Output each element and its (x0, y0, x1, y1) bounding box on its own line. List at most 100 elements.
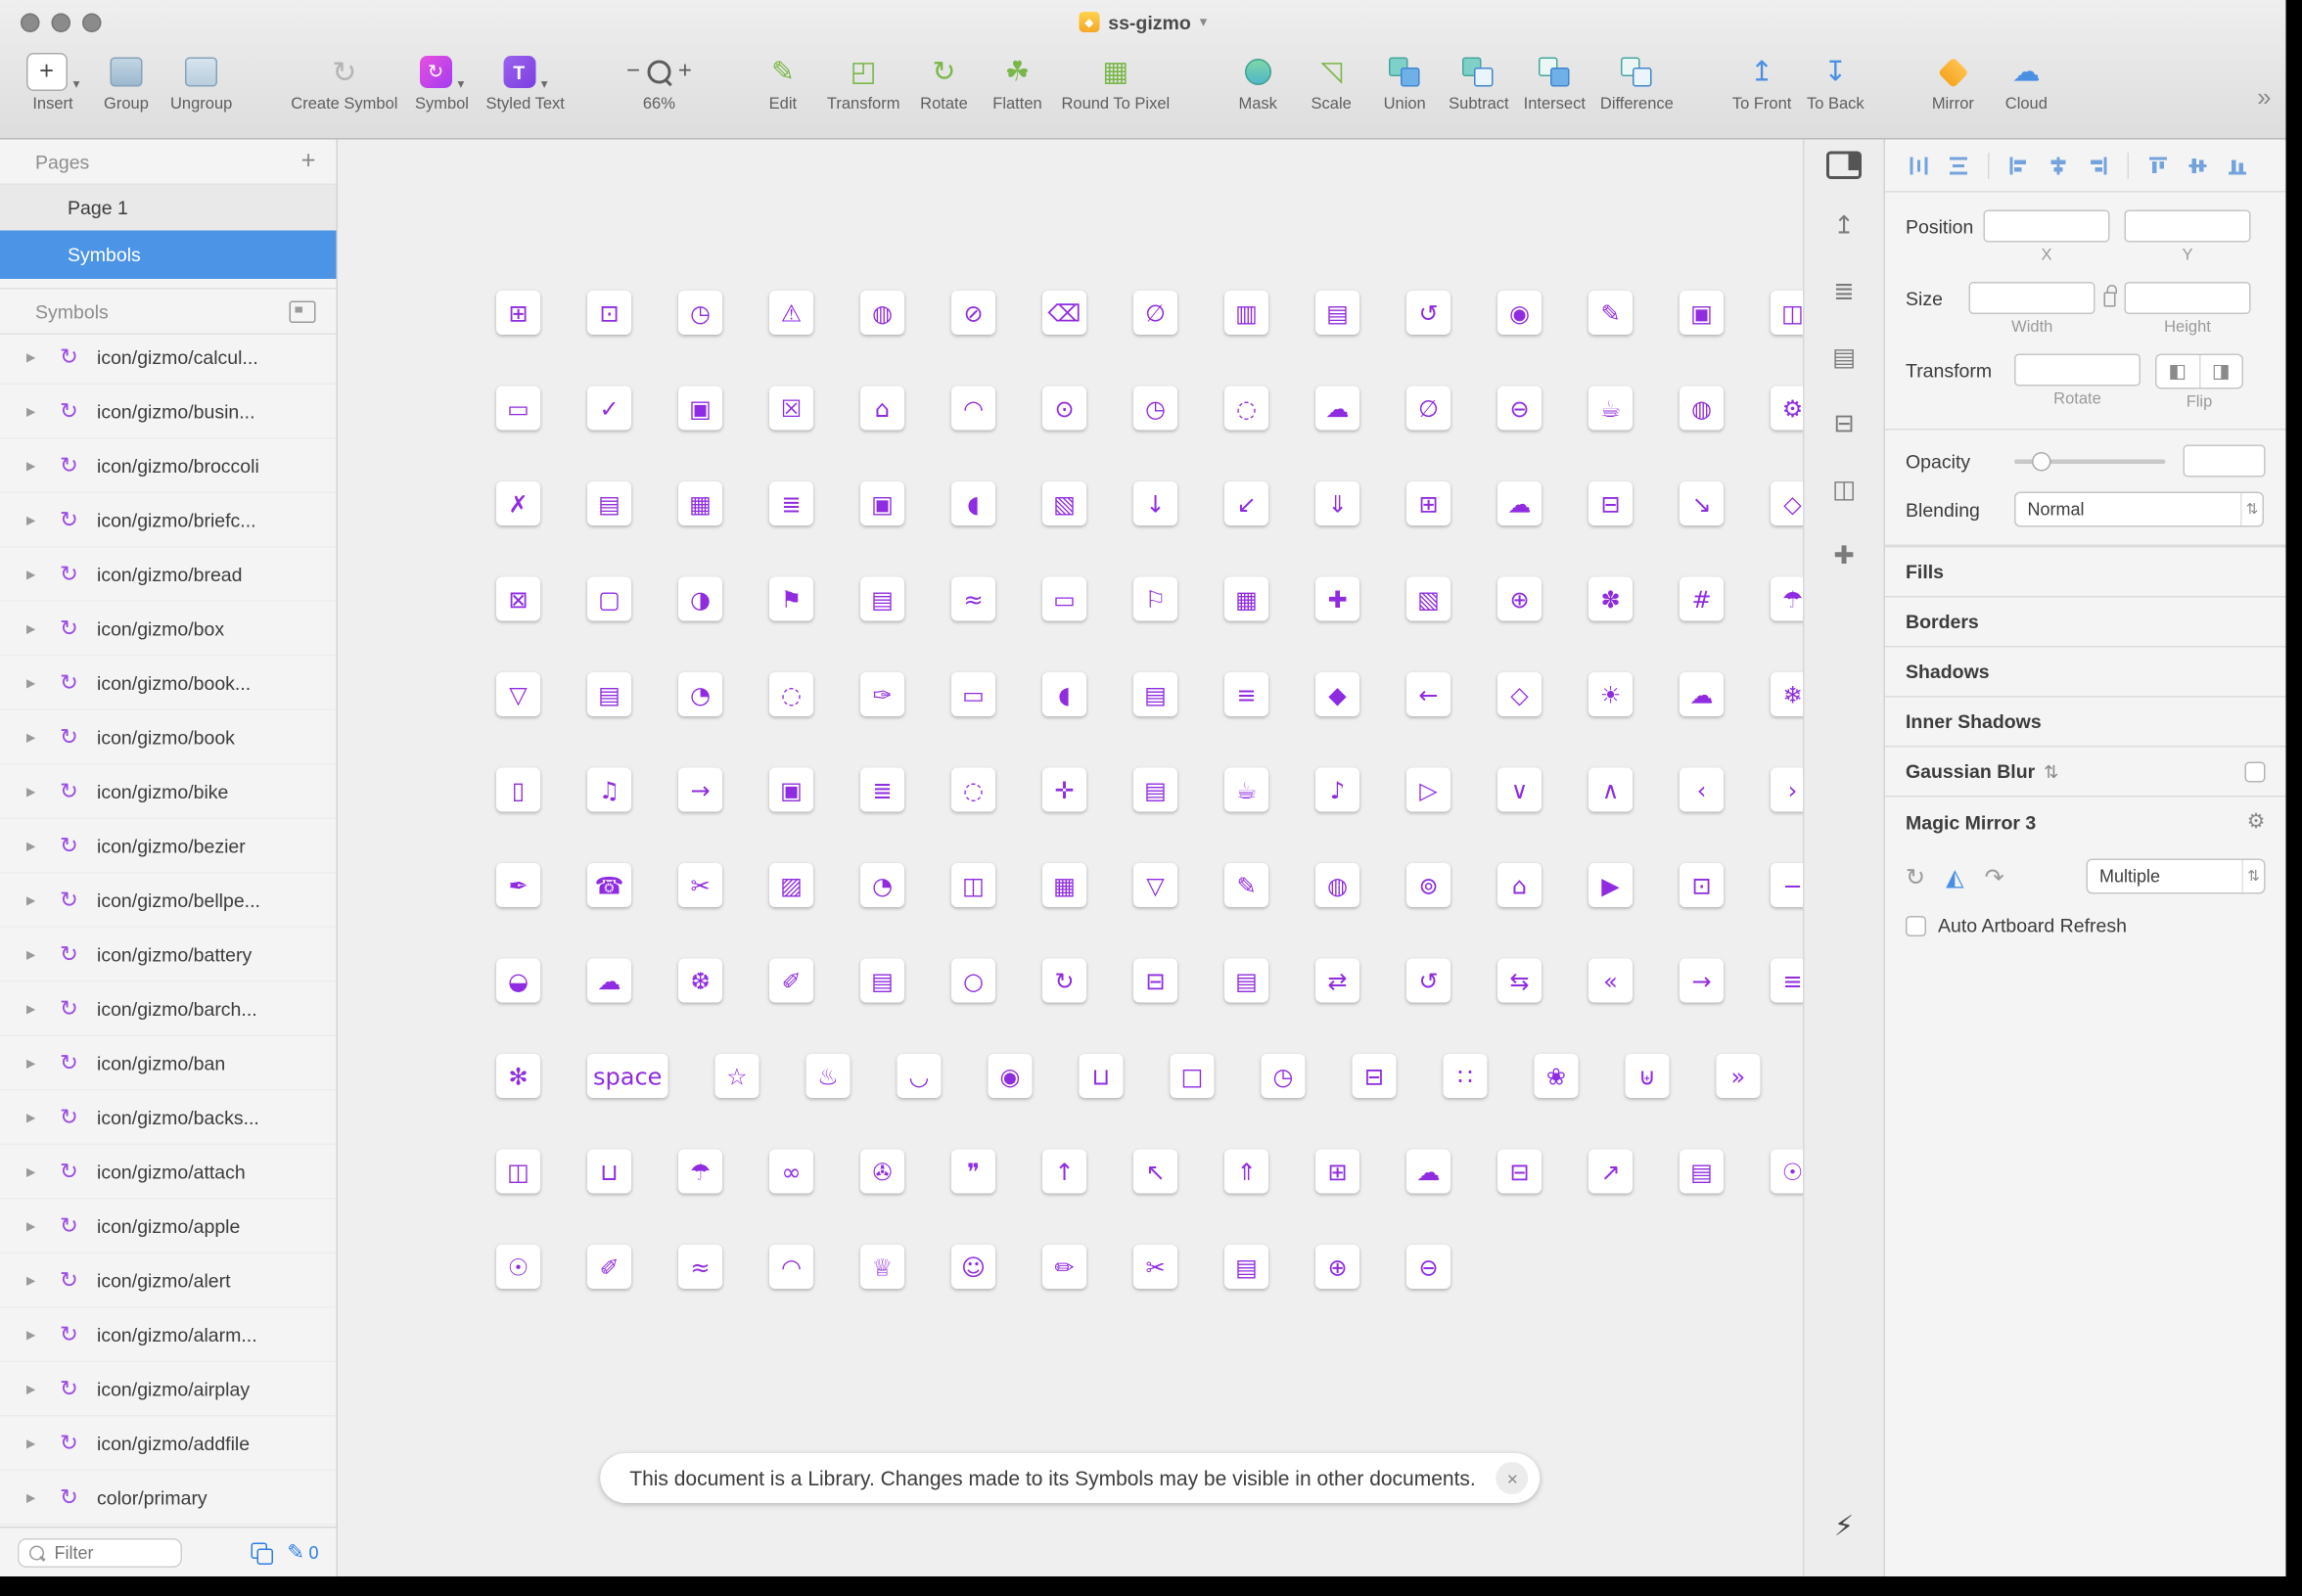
print-icon[interactable]: ≣ (1833, 278, 1854, 307)
page-item-symbols[interactable]: Symbols (0, 230, 337, 279)
disclosure-triangle-icon[interactable]: ▶ (26, 1273, 41, 1287)
symbol-artboard-tile[interactable]: ◫ (1771, 291, 1803, 335)
symbol-artboard-tile[interactable]: ∞ (769, 1149, 813, 1194)
symbol-artboard-tile[interactable]: » (1716, 1054, 1761, 1098)
symbol-artboard-tile[interactable]: ⊟ (1497, 1149, 1542, 1194)
opacity-slider[interactable] (2014, 451, 2166, 471)
disclosure-triangle-icon[interactable]: ▶ (26, 947, 41, 961)
align-right-icon[interactable] (2088, 155, 2108, 175)
symbol-artboard-tile[interactable]: ◌ (1224, 386, 1268, 431)
disclosure-triangle-icon[interactable]: ▶ (26, 513, 41, 526)
disclosure-triangle-icon[interactable]: ▶ (26, 1002, 41, 1016)
thumbnail-view-icon[interactable] (289, 299, 316, 323)
symbol-artboard-tile[interactable]: ⊞ (496, 291, 540, 335)
symbol-artboard-tile[interactable]: ▧ (1042, 481, 1086, 525)
symbol-artboard-tile[interactable]: ✏ (1042, 1245, 1086, 1289)
symbol-artboard-tile[interactable]: ✑ (860, 672, 904, 716)
symbol-artboard-tile[interactable]: ▦ (1042, 863, 1086, 907)
symbol-artboard-tile[interactable]: ▤ (1224, 1245, 1268, 1289)
align-center-horizontal-icon[interactable] (2049, 155, 2069, 175)
symbol-artboard-tile[interactable]: ⊠ (496, 576, 540, 621)
symbol-artboard-tile[interactable]: ▣ (769, 767, 813, 812)
document-title[interactable]: ◆ ss-gizmo ▾ (1079, 11, 1207, 33)
symbol-artboard-tile[interactable]: ☉ (496, 1245, 540, 1289)
symbol-artboard-tile[interactable]: ❆ (678, 958, 722, 1003)
styled-text-button[interactable]: T ▾ Styled Text (485, 52, 565, 114)
symbol-artboard-tile[interactable]: ∨ (1497, 767, 1542, 812)
symbol-artboard-tile[interactable]: ☕ (1224, 767, 1268, 812)
symbol-artboard-tile[interactable]: ☁ (1315, 386, 1359, 431)
gear-icon[interactable]: ⚙ (2247, 810, 2266, 834)
symbol-artboard-tile[interactable]: ⇑ (1224, 1149, 1268, 1194)
symbol-artboard-tile[interactable]: ◉ (988, 1054, 1033, 1098)
symbol-artboard-tile[interactable]: ▽ (496, 672, 540, 716)
symbol-artboard-tile[interactable]: ◖ (1042, 672, 1086, 716)
sidebar-symbol-item[interactable]: ▶ ↻ icon/gizmo/airplay (0, 1362, 337, 1417)
sidebar-symbol-item[interactable]: ▶ ↻ icon/gizmo/briefc... (0, 493, 337, 548)
symbol-artboard-tile[interactable]: ▤ (1680, 1149, 1724, 1194)
disclosure-triangle-icon[interactable]: ▶ (26, 404, 41, 418)
refresh-icon[interactable]: ↻ (1906, 862, 1925, 890)
symbol-artboard-tile[interactable]: ▤ (587, 481, 631, 525)
symbol-artboard-tile[interactable]: ⊡ (1680, 863, 1724, 907)
disclosure-triangle-icon[interactable]: ▶ (26, 1328, 41, 1342)
symbol-artboard-tile[interactable]: ☒ (769, 386, 813, 431)
flip-horizontal-icon[interactable]: ◧ (2157, 355, 2200, 388)
rotate-input[interactable] (2014, 353, 2141, 387)
symbol-artboard-tile[interactable]: ☁ (1680, 672, 1724, 716)
sidebar-symbol-item[interactable]: ▶ ↻ icon/gizmo/barch... (0, 982, 337, 1036)
symbol-artboard-tile[interactable]: ∧ (1588, 767, 1633, 812)
add-page-button[interactable]: + (301, 147, 316, 176)
sidebar-symbol-item[interactable]: ▶ ↻ color/primary (0, 1471, 337, 1526)
symbol-artboard-tile[interactable]: ⊕ (1315, 1245, 1359, 1289)
symbol-artboard-tile[interactable]: ✂ (678, 863, 722, 907)
symbol-artboard-tile[interactable]: ▢ (587, 576, 631, 621)
symbol-artboard-tile[interactable]: ☺ (951, 1245, 995, 1289)
symbol-artboard-tile[interactable]: ⊖ (1406, 1245, 1450, 1289)
inspector-toggle-icon[interactable] (1826, 151, 1862, 179)
symbol-artboard-tile[interactable]: ◔ (860, 863, 904, 907)
share-icon[interactable]: ↥ (1833, 211, 1854, 241)
zoom-out-button[interactable]: − (623, 59, 643, 85)
symbol-artboard-tile[interactable]: › (1771, 767, 1803, 812)
gaussian-blur-checkbox[interactable] (2244, 760, 2266, 782)
disclosure-triangle-icon[interactable]: ▶ (26, 459, 41, 473)
opacity-input[interactable] (2183, 444, 2266, 478)
disclosure-triangle-icon[interactable]: ▶ (26, 1382, 41, 1395)
minimize-button[interactable] (51, 13, 70, 32)
symbol-artboard-tile[interactable]: ▦ (1224, 576, 1268, 621)
symbol-artboard-tile[interactable]: ♨ (806, 1054, 851, 1098)
sidebar-symbol-item[interactable]: ▶ ↻ icon/gizmo/book... (0, 657, 337, 710)
symbol-artboard-tile[interactable]: ▨ (769, 863, 813, 907)
close-button[interactable] (21, 13, 40, 32)
filter-field[interactable] (18, 1537, 182, 1568)
symbol-artboard-tile[interactable]: ⊟ (1352, 1054, 1397, 1098)
symbol-artboard-tile[interactable]: ◆ (1315, 672, 1359, 716)
group-button[interactable]: Group (97, 52, 156, 114)
align-top-icon[interactable] (2148, 155, 2169, 175)
symbol-artboard-tile[interactable]: ◷ (678, 291, 722, 335)
sidebar-symbol-item[interactable]: ▶ ↻ icon/gizmo/bread (0, 548, 337, 602)
symbol-artboard-tile[interactable]: ↘ (1680, 481, 1724, 525)
blending-dropdown[interactable]: Normal ⇅ (2014, 491, 2264, 527)
symbol-artboard-tile[interactable]: ▧ (1406, 576, 1450, 621)
sidebar-symbol-item[interactable]: ▶ ↻ icon/gizmo/alarm... (0, 1308, 337, 1362)
symbol-artboard-tile[interactable]: ▭ (951, 672, 995, 716)
symbol-artboard-tile[interactable]: ▽ (1133, 863, 1177, 907)
symbol-artboard-tile[interactable]: ◑ (678, 576, 722, 621)
distribute-vertically-icon[interactable] (1949, 155, 1969, 175)
symbol-artboard-tile[interactable]: ⊚ (1406, 863, 1450, 907)
symbol-artboard-tile[interactable]: ☂ (678, 1149, 722, 1194)
symbol-artboard-tile[interactable]: ☁ (1406, 1149, 1450, 1194)
sidebar-symbol-item[interactable]: ▶ ↻ icon/gizmo/battery (0, 928, 337, 982)
symbol-artboard-tile[interactable]: ⊔ (1079, 1054, 1124, 1098)
symbol-artboard-tile[interactable]: ‹ (1680, 767, 1724, 812)
symbol-artboard-tile[interactable]: ▣ (860, 481, 904, 525)
symbol-artboard-tile[interactable]: ≈ (951, 576, 995, 621)
symbol-artboard-tile[interactable]: ◉ (1497, 291, 1542, 335)
sidebar-symbol-item[interactable]: ▶ ↻ icon/gizmo/ban (0, 1036, 337, 1091)
symbol-artboard-tile[interactable]: ⊙ (1042, 386, 1086, 431)
symbol-artboard-tile[interactable]: ⌂ (1497, 863, 1542, 907)
symbol-artboard-tile[interactable]: ⚑ (769, 576, 813, 621)
symbol-artboard-tile[interactable]: ◌ (769, 672, 813, 716)
